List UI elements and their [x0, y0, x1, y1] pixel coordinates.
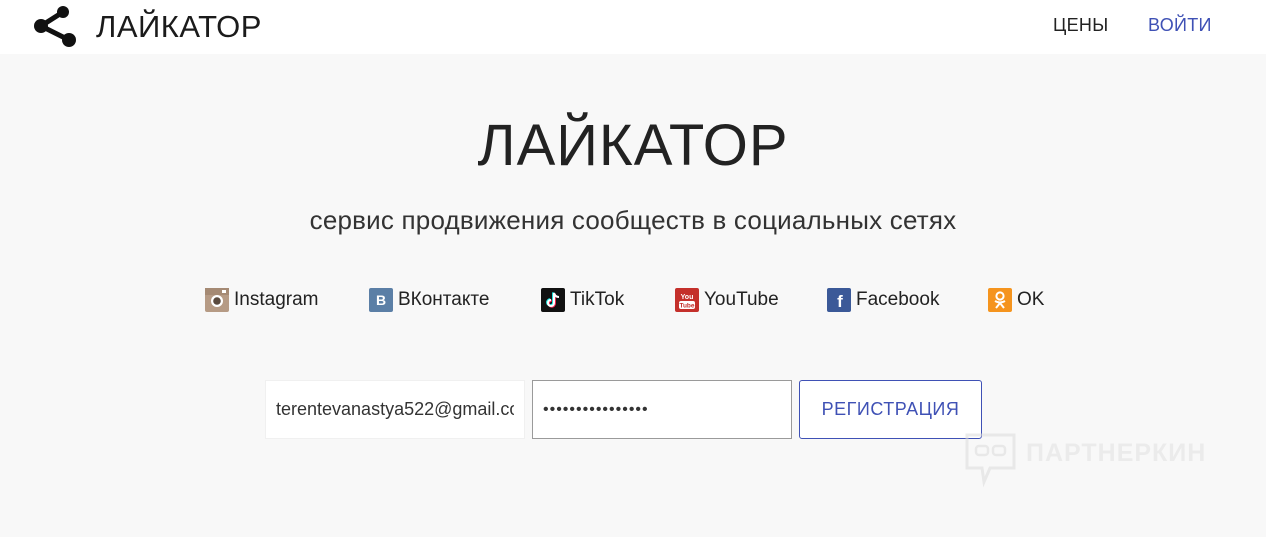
- network-label: OK: [1017, 289, 1045, 310]
- network-instagram[interactable]: Instagram: [205, 287, 318, 313]
- instagram-icon: [205, 288, 229, 312]
- hero-title: ЛАЙКАТОР: [477, 113, 789, 178]
- network-facebook[interactable]: f Facebook: [827, 287, 939, 313]
- hero-subtitle: сервис продвижения сообществ в социальны…: [309, 205, 957, 235]
- network-tiktok[interactable]: TikTok: [541, 287, 624, 313]
- facebook-icon: f: [827, 288, 851, 312]
- network-label: ВКонтакте: [398, 289, 490, 310]
- nav-login-link[interactable]: ВОЙТИ: [1148, 15, 1212, 36]
- network-label: YouTube: [704, 289, 779, 310]
- brand-name[interactable]: ЛАЙКАТОР: [96, 9, 262, 45]
- share-nodes-icon[interactable]: [32, 4, 78, 48]
- network-ok[interactable]: OK: [988, 287, 1044, 313]
- network-label: Instagram: [234, 289, 319, 310]
- email-input[interactable]: [265, 380, 525, 439]
- youtube-icon: You Tube: [675, 288, 699, 312]
- svg-text:B: B: [376, 292, 386, 308]
- vk-icon: B: [369, 288, 393, 312]
- svg-text:f: f: [837, 292, 843, 311]
- top-bar: ЛАЙКАТОР ЦЕНЫ ВОЙТИ: [0, 0, 1266, 54]
- network-label: TikTok: [570, 289, 625, 310]
- watermark-text: ПАРТНЕРКИН: [1026, 439, 1207, 467]
- tiktok-icon: [541, 288, 565, 312]
- watermark: ПАРТНЕРКИН: [964, 432, 1224, 488]
- svg-text:You: You: [681, 294, 694, 301]
- network-youtube[interactable]: You Tube YouTube: [675, 287, 779, 313]
- register-button[interactable]: РЕГИСТРАЦИЯ: [799, 380, 982, 439]
- svg-text:Tube: Tube: [679, 303, 694, 310]
- network-label: Facebook: [856, 289, 940, 310]
- nav-prices-link[interactable]: ЦЕНЫ: [1053, 15, 1108, 36]
- password-input[interactable]: [532, 380, 792, 439]
- odnoklassniki-icon: [988, 288, 1012, 312]
- partnerkin-logo-icon: [965, 433, 1016, 488]
- network-vk[interactable]: B ВКонтакте: [369, 287, 489, 313]
- social-networks-list: Instagram B ВКонтакте TikTok You Tube Yo…: [205, 287, 1065, 313]
